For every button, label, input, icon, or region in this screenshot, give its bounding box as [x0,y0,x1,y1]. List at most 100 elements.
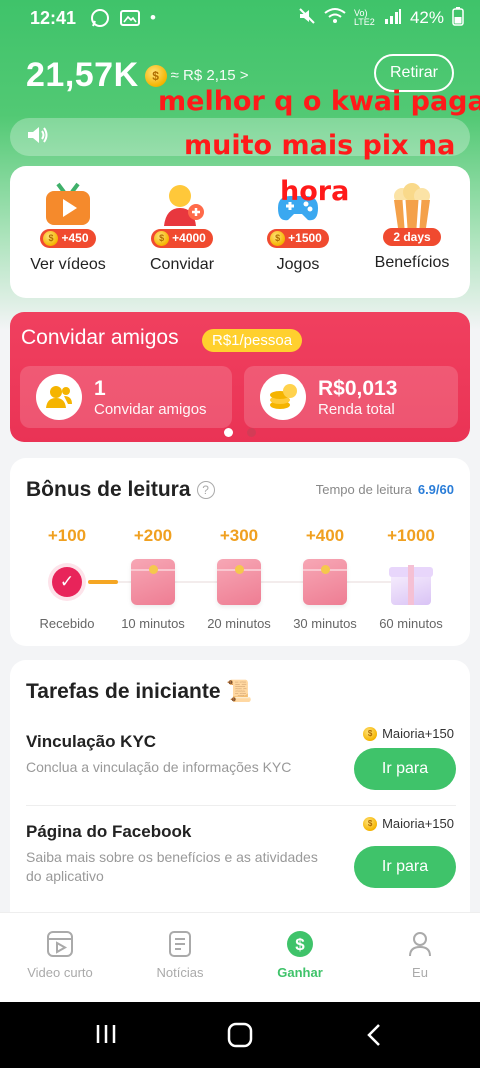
user-icon [370,929,470,959]
coin-icon: $ [144,64,167,87]
task-go-button[interactable]: Ir para [354,846,456,888]
nav-label: Eu [412,965,428,980]
reward-caption: 30 minutos [293,616,357,631]
dollar-icon: $ [250,929,350,959]
news-icon [130,929,230,959]
video-icon [40,182,96,228]
quick-action-invite[interactable]: $ +4000 Convidar [132,182,232,274]
red-envelope-icon [131,559,175,605]
reward-points: +1000 [387,526,435,545]
overlay-text-line1: melhor q o kwai paga [158,86,480,117]
reward-caption: 60 minutos [379,616,443,631]
reading-bonus-card: Bônus de leitura? Tempo de leitura 6.9/60… [10,458,470,646]
reading-time: Tempo de leitura 6.9/60 [315,482,454,497]
task-facebook: Página do Facebook Saiba mais sobre os b… [26,816,456,888]
back-icon[interactable] [364,1022,384,1053]
badge-videos: $ +450 [40,228,96,248]
coin-balance: 21,57K [26,56,139,94]
reward-points: +300 [219,526,259,545]
system-nav-bar [0,1002,480,1068]
reward-points: +100 [47,526,87,545]
status-bar: 12:41 • Vo) LTE2 42% [0,0,480,36]
task-reward: $ Maioria+150 [363,816,454,831]
nav-short-video[interactable]: Video curto [10,929,110,980]
invite-count: 1 [94,376,106,400]
reward-points: +200 [133,526,173,545]
reward-caption: 10 minutos [121,616,185,631]
divider [26,805,456,806]
reading-reward-30min[interactable]: +400 30 minutos [282,526,368,631]
nav-label: Ganhar [277,965,323,980]
carousel-dot[interactable] [247,428,256,437]
scroll-icon: 📜 [226,680,253,703]
coin-icon: $ [43,230,59,246]
reward-caption: 20 minutos [207,616,271,631]
nav-me[interactable]: Eu [370,929,470,980]
balance-approx: ≈ R$ 2,15 > [170,67,249,84]
quick-action-label: Convidar [149,255,215,273]
invite-reward-pill: R$1/pessoa [202,329,303,352]
status-time: 12:41 [30,7,77,28]
task-description: Saiba mais sobre os benefícios e as ativ… [26,849,318,884]
quick-action-benefits[interactable]: 2 days Benefícios [362,182,462,272]
task-description: Conclua a vinculação de informações KYC [26,759,292,775]
check-icon: ✓ [52,567,82,597]
total-income: R$0,013 [318,376,398,400]
friends-icon [36,374,82,420]
coin-icon: $ [270,230,286,246]
quick-action-videos[interactable]: $ +450 Ver vídeos [18,182,118,274]
gallery-icon [120,9,141,27]
whatsapp-icon [90,8,110,28]
wifi-icon [324,7,346,30]
invite-person-icon [154,182,210,228]
red-envelope-icon [217,559,261,605]
badge-invite: $ +4000 [151,228,213,248]
invite-count-label: Convidar amigos [94,400,207,418]
red-envelope-icon [303,559,347,605]
total-income-label: Renda total [318,400,395,418]
nav-news[interactable]: Notícias [130,929,230,980]
home-icon[interactable] [226,1022,254,1053]
badge-games: $ +1500 [267,228,329,248]
nav-label: Notícias [156,965,204,980]
task-reward: $ Maioria+150 [363,726,454,741]
mute-icon [298,7,316,30]
invite-title: Convidar amigos [21,326,179,349]
help-icon[interactable]: ? [196,481,215,500]
reading-reward-20min[interactable]: +300 20 minutos [196,526,282,631]
invite-count-box[interactable]: 1 Convidar amigos [20,366,232,428]
carousel-dot-active[interactable] [224,428,233,437]
dot-icon: • [150,8,156,27]
bottom-nav: Video curto Notícias $ Ganhar Eu [0,912,480,1002]
invite-friends-card[interactable]: Convidar amigos R$1/pessoa 1 Convidar am… [10,312,470,442]
tasks-title: Tarefas de iniciante 📜 [26,680,253,703]
nav-label: Video curto [27,965,93,980]
task-kyc: Vinculação KYC Conclua a vinculação de i… [26,726,456,790]
network-label: Vo) LTE2 [353,8,375,27]
income-box[interactable]: R$0,013 Renda total [244,366,458,428]
reward-caption: Recebido [39,616,95,631]
reading-reward-received[interactable]: +100 ✓ Recebido [24,526,110,631]
signal-icon [384,8,402,29]
reading-reward-60min[interactable]: +1000 60 minutos [368,526,454,631]
speaker-icon [26,124,50,151]
quick-action-label: Benefícios [374,254,450,271]
overlay-text-line2: muito mais pix na [184,130,456,161]
carousel-dots [10,428,470,437]
reading-reward-10min[interactable]: +200 10 minutos [110,526,196,631]
reading-bonus-title: Bônus de leitura? [26,478,215,502]
nav-earn[interactable]: $ Ganhar [250,929,350,980]
reward-points: +400 [305,526,345,545]
quick-actions-card: $ +450 Ver vídeos $ +4000 Convidar $ +1500 … [10,166,470,298]
svg-text:$: $ [295,935,305,954]
task-go-button[interactable]: Ir para [354,748,456,790]
coins-stack-icon [260,374,306,420]
coin-icon: $ [363,726,378,741]
overlay-text-line3: hora [280,176,350,207]
recent-apps-icon[interactable] [94,1022,118,1051]
gift-box-icon [389,559,433,605]
video-play-icon [10,929,110,959]
quick-action-label: Jogos [276,255,320,273]
coin-icon: $ [363,816,378,831]
badge-benefits: 2 days [383,228,441,246]
